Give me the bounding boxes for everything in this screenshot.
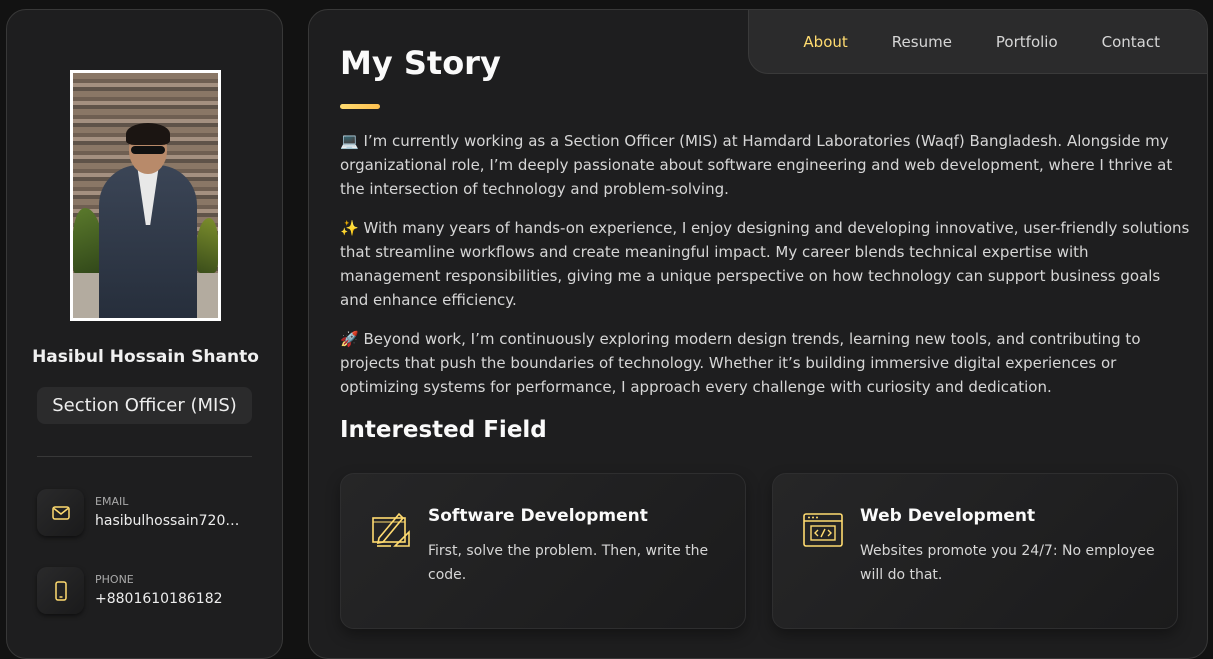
email-link[interactable]: hasibulhossain720@... [95,513,247,529]
story-text: 💻 I’m currently working as a Section Off… [340,129,1190,414]
title-underline [340,104,380,109]
story-paragraph: 💻 I’m currently working as a Section Off… [340,132,1173,198]
nav-about[interactable]: About [803,33,847,51]
page-title: My Story [340,44,501,82]
browser-code-icon [801,508,845,552]
interested-field-title: Interested Field [340,417,547,443]
nav-contact[interactable]: Contact [1102,33,1160,51]
design-tools-icon [369,508,413,552]
field-title: Software Development [428,506,648,526]
contact-label: PHONE [95,573,134,586]
field-description: Websites promote you 24/7: No employee w… [860,543,1155,583]
role-badge: Section Officer (MIS) [37,387,252,424]
contact-email: EMAIL hasibulhossain720@... [37,489,277,537]
nav-portfolio[interactable]: Portfolio [996,33,1058,51]
field-card-software: Software Development First, solve the pr… [340,473,746,629]
top-navbar: About Resume Portfolio Contact [748,10,1207,74]
story-paragraph: ✨ With many years of hands-on experience… [340,219,1190,309]
sidebar: Hasibul Hossain Shanto Section Officer (… [6,9,283,659]
avatar [73,73,218,318]
phone-icon [37,567,84,614]
contact-label: EMAIL [95,495,129,508]
phone-link[interactable]: +8801610186182 [95,591,223,607]
sidebar-divider [37,456,252,457]
profile-name: Hasibul Hossain Shanto [32,347,259,367]
nav-resume[interactable]: Resume [892,33,952,51]
field-description: First, solve the problem. Then, write th… [428,543,709,583]
story-paragraph: 🚀 Beyond work, I’m continuously explorin… [340,330,1141,396]
profile-photo [70,70,221,321]
about-panel: About Resume Portfolio Contact My Story … [308,9,1208,659]
mail-icon [37,489,84,536]
field-title: Web Development [860,506,1036,526]
field-card-web: Web Development Websites promote you 24/… [772,473,1178,629]
contact-phone: PHONE +8801610186182 [37,567,277,615]
